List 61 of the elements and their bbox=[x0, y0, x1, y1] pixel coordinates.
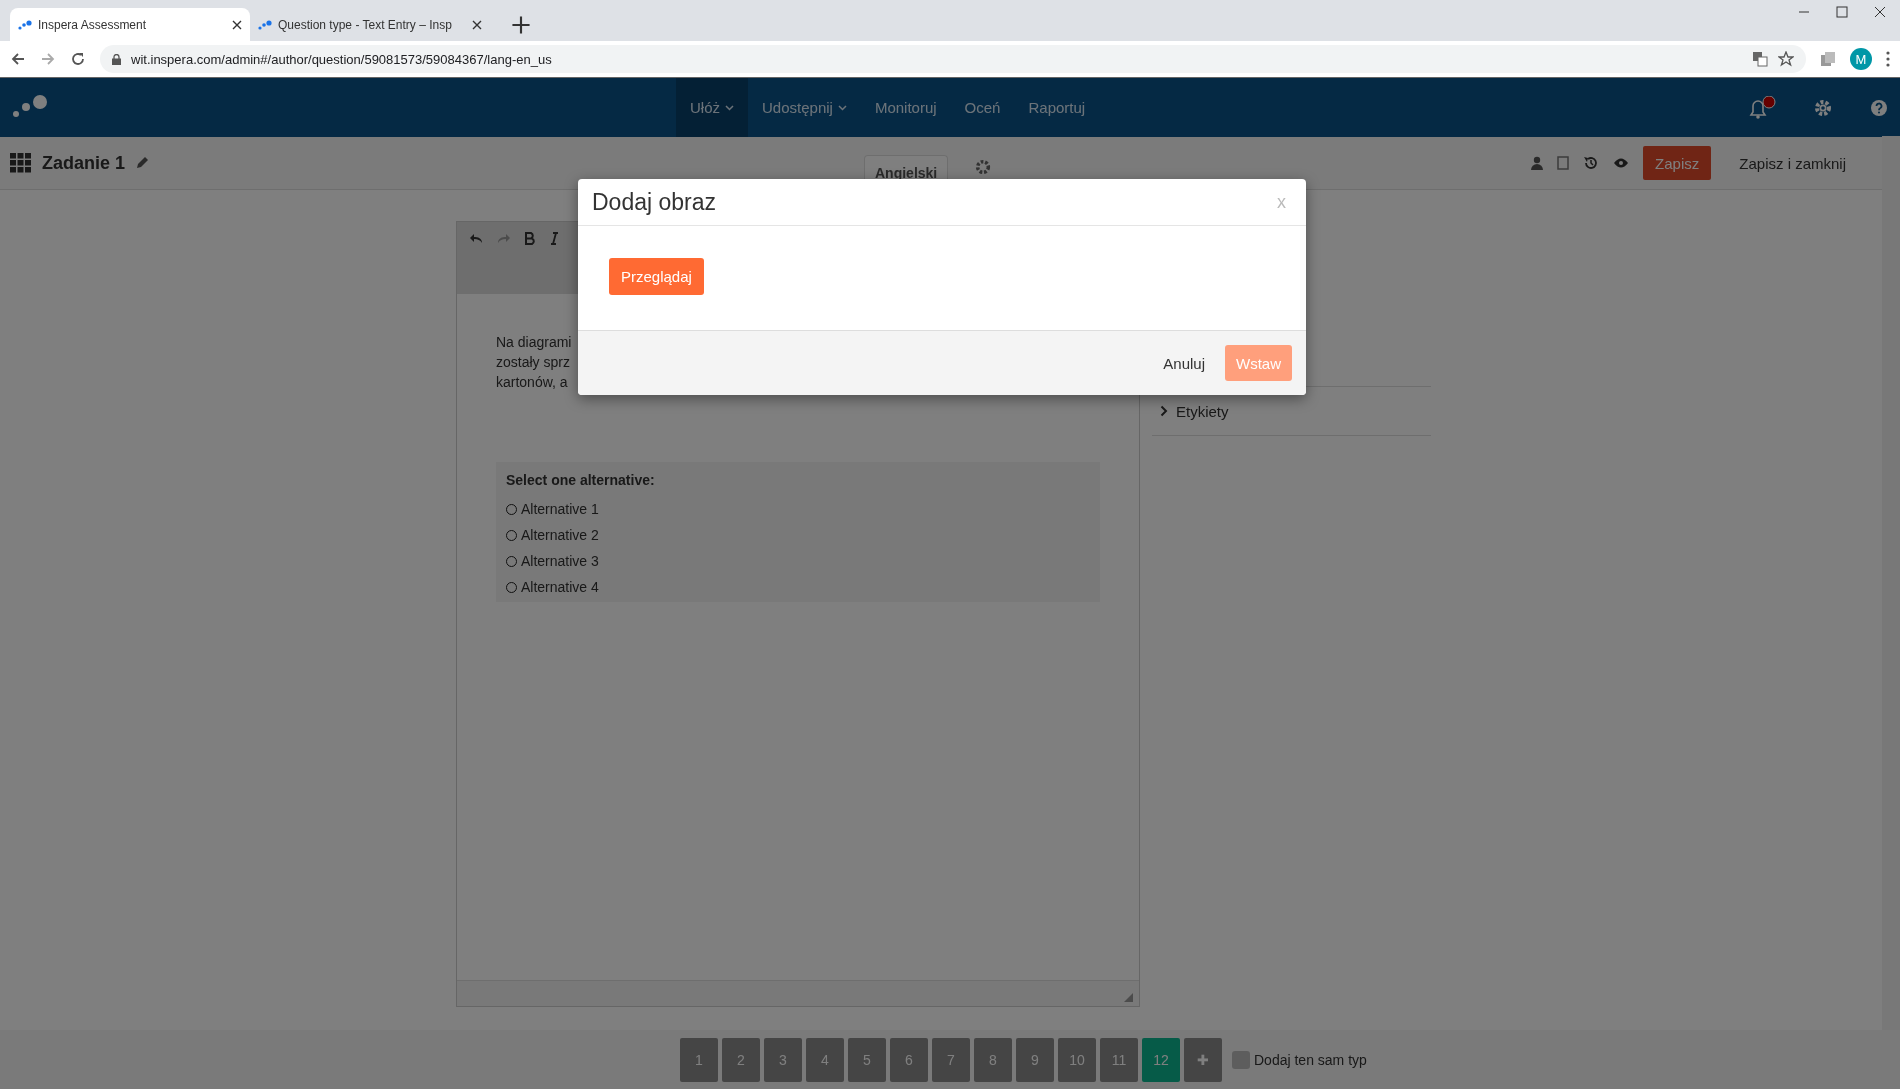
bell-icon[interactable] bbox=[1748, 96, 1776, 120]
option-label: Alternative 2 bbox=[521, 526, 599, 545]
help-icon[interactable] bbox=[1870, 99, 1888, 117]
logo-icon[interactable] bbox=[12, 94, 48, 118]
option-label: Alternative 4 bbox=[521, 578, 599, 597]
reload-icon[interactable] bbox=[70, 51, 86, 67]
forward-icon[interactable] bbox=[40, 51, 56, 67]
question-text: Na diagrami bbox=[496, 333, 573, 352]
page-button[interactable]: 12 bbox=[1142, 1037, 1180, 1082]
star-icon[interactable] bbox=[1778, 51, 1794, 67]
browse-button[interactable]: Przeglądaj bbox=[609, 258, 704, 295]
save-button[interactable]: Zapisz bbox=[1643, 146, 1712, 180]
cancel-button[interactable]: Anuluj bbox=[1153, 354, 1215, 372]
option-label: Alternative 3 bbox=[521, 552, 599, 571]
close-button[interactable]: x bbox=[1271, 190, 1292, 214]
extension-icon[interactable] bbox=[1820, 51, 1836, 67]
nav-tab[interactable]: Oceń bbox=[950, 78, 1015, 137]
logo-icon bbox=[18, 19, 32, 30]
profile-avatar[interactable]: M bbox=[1850, 48, 1872, 70]
save-close-button[interactable]: Zapisz i zamknij bbox=[1725, 154, 1860, 172]
user-icon[interactable] bbox=[1531, 156, 1544, 170]
back-icon[interactable] bbox=[10, 51, 26, 67]
lock-icon bbox=[112, 53, 121, 65]
question-text: kartonów, a bbox=[496, 373, 569, 392]
browser-tab[interactable]: Question type - Text Entry – Insp bbox=[250, 8, 490, 41]
dialog-title: Dodaj obraz bbox=[592, 188, 717, 216]
logo-icon bbox=[258, 19, 272, 30]
insert-button[interactable]: Wstaw bbox=[1225, 345, 1292, 381]
menu-icon[interactable] bbox=[1886, 51, 1890, 67]
checkbox[interactable] bbox=[1232, 1050, 1250, 1069]
maximize-icon[interactable] bbox=[1836, 6, 1848, 18]
undo-icon[interactable] bbox=[469, 232, 483, 244]
question-title: Zadanie 1 bbox=[42, 152, 126, 174]
pencil-icon[interactable] bbox=[135, 156, 150, 170]
history-icon[interactable] bbox=[1583, 155, 1600, 171]
option-label: Alternative 1 bbox=[521, 500, 599, 519]
eye-icon[interactable] bbox=[1613, 157, 1630, 169]
close-icon[interactable] bbox=[472, 19, 482, 30]
add-page-button[interactable]: ✚ bbox=[1184, 1037, 1222, 1082]
chevron-icon bbox=[1160, 405, 1168, 417]
document-icon[interactable] bbox=[1557, 156, 1570, 170]
url-text: wit.inspera.com/admin#/author/question/59081573/59084367/lang-en_us bbox=[131, 51, 552, 67]
caret-icon bbox=[725, 104, 734, 111]
bold-icon[interactable] bbox=[525, 232, 536, 245]
browser-tab[interactable]: Inspera Assessment bbox=[10, 8, 250, 41]
settings-icon[interactable] bbox=[975, 159, 991, 175]
nav-tab[interactable]: Ułóż bbox=[676, 78, 748, 137]
question-text: zostały sprz bbox=[496, 353, 571, 372]
italic-icon[interactable] bbox=[550, 232, 559, 245]
close-icon[interactable] bbox=[1874, 6, 1886, 18]
nav-tab[interactable]: Raportuj bbox=[1014, 78, 1100, 137]
grid-icon[interactable] bbox=[10, 153, 32, 173]
nav-tab[interactable]: Monitoruj bbox=[860, 78, 951, 137]
translate-icon[interactable] bbox=[1752, 51, 1768, 67]
checkbox-label: Dodaj ten sam typ bbox=[1254, 1051, 1367, 1068]
question-prompt: Select one alternative: bbox=[506, 471, 656, 490]
resize-handle-icon[interactable] bbox=[1124, 993, 1133, 1002]
nav-tab[interactable]: Udostępnij bbox=[748, 78, 861, 137]
close-icon[interactable] bbox=[232, 19, 242, 30]
address-bar[interactable]: wit.inspera.com/admin#/author/question/59081573/59084367/lang-en_us bbox=[100, 45, 1806, 73]
caret-icon bbox=[837, 104, 847, 111]
